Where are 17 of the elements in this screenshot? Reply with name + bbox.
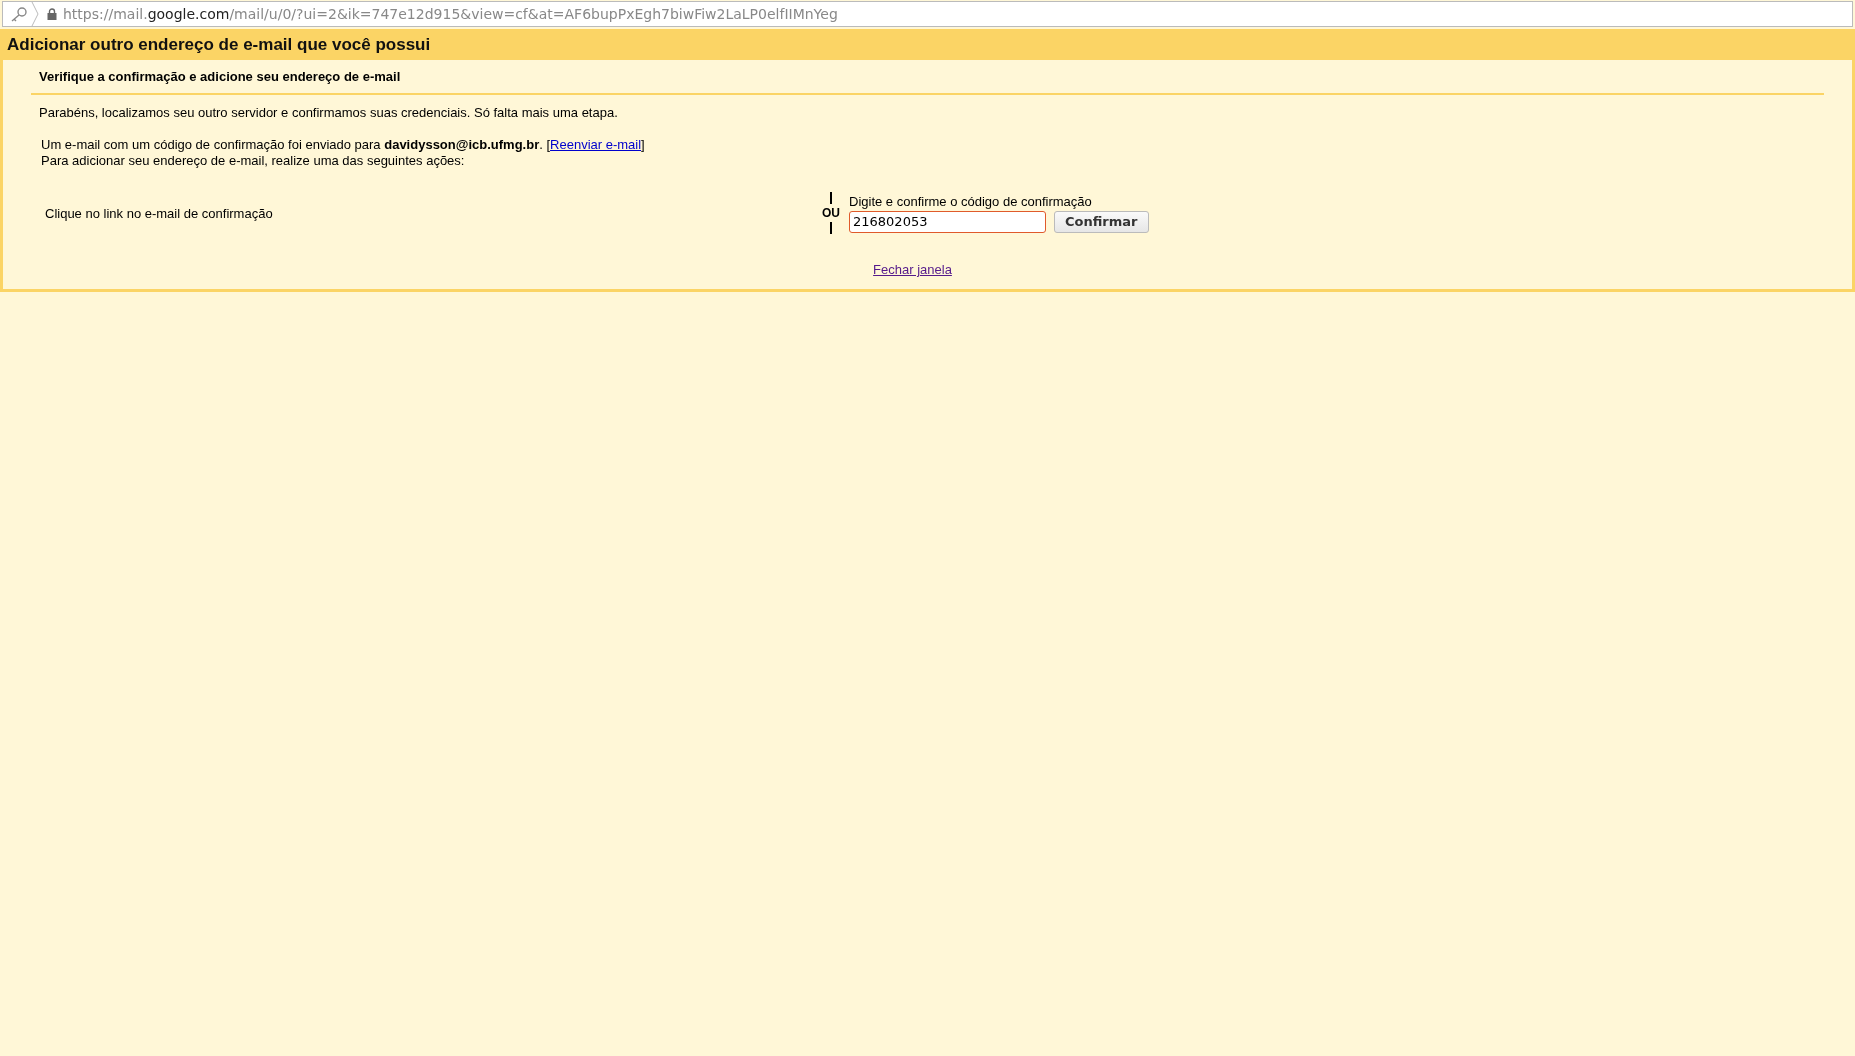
chevron-icon	[31, 2, 39, 26]
separator-text: OU	[822, 206, 840, 220]
lock-icon	[47, 8, 57, 20]
close-window-link[interactable]: Fechar janela	[873, 262, 952, 277]
option-text: Clique no link no e-mail de confirmação	[44, 205, 274, 221]
url-text: https://mail.google.com/mail/u/0/?ui=2&ik=747e12d915&view=cf&at=AF6bupPxEgh7biwFiw2LaLP0elfIIMnYeg	[63, 6, 838, 22]
intro-text: Parabéns, localizamos seu outro servidor e confirmamos suas credenciais. Só falta mais uma etapa.	[38, 104, 619, 120]
key-icon	[9, 6, 29, 22]
confirm-button[interactable]: Confirmar	[1054, 210, 1149, 233]
bracket-text: ]	[641, 137, 645, 152]
dialog-title: Adicionar outro endereço de e-mail que você possui	[3, 29, 1852, 60]
address-bar[interactable]: https://mail.google.com/mail/u/0/?ui=2&ik=747e12d915&view=cf&at=AF6bupPxEgh7biwFiw2LaLP0elfIIMnYeg	[2, 1, 1853, 27]
section-heading: Verifique a confirmação e adicione seu endereço de e-mail	[31, 60, 1824, 95]
code-input[interactable]: 216802053	[849, 210, 1046, 233]
instruction-text: Para adicionar seu endereço de e-mail, realize uma das seguintes ações:	[40, 152, 466, 168]
code-label: Digite e confirme o código de confirmação	[849, 193, 1093, 209]
sent-message: Um e-mail com um código de confirmação foi enviado para davidysson@icb.ufmg.br. [	[41, 137, 551, 152]
